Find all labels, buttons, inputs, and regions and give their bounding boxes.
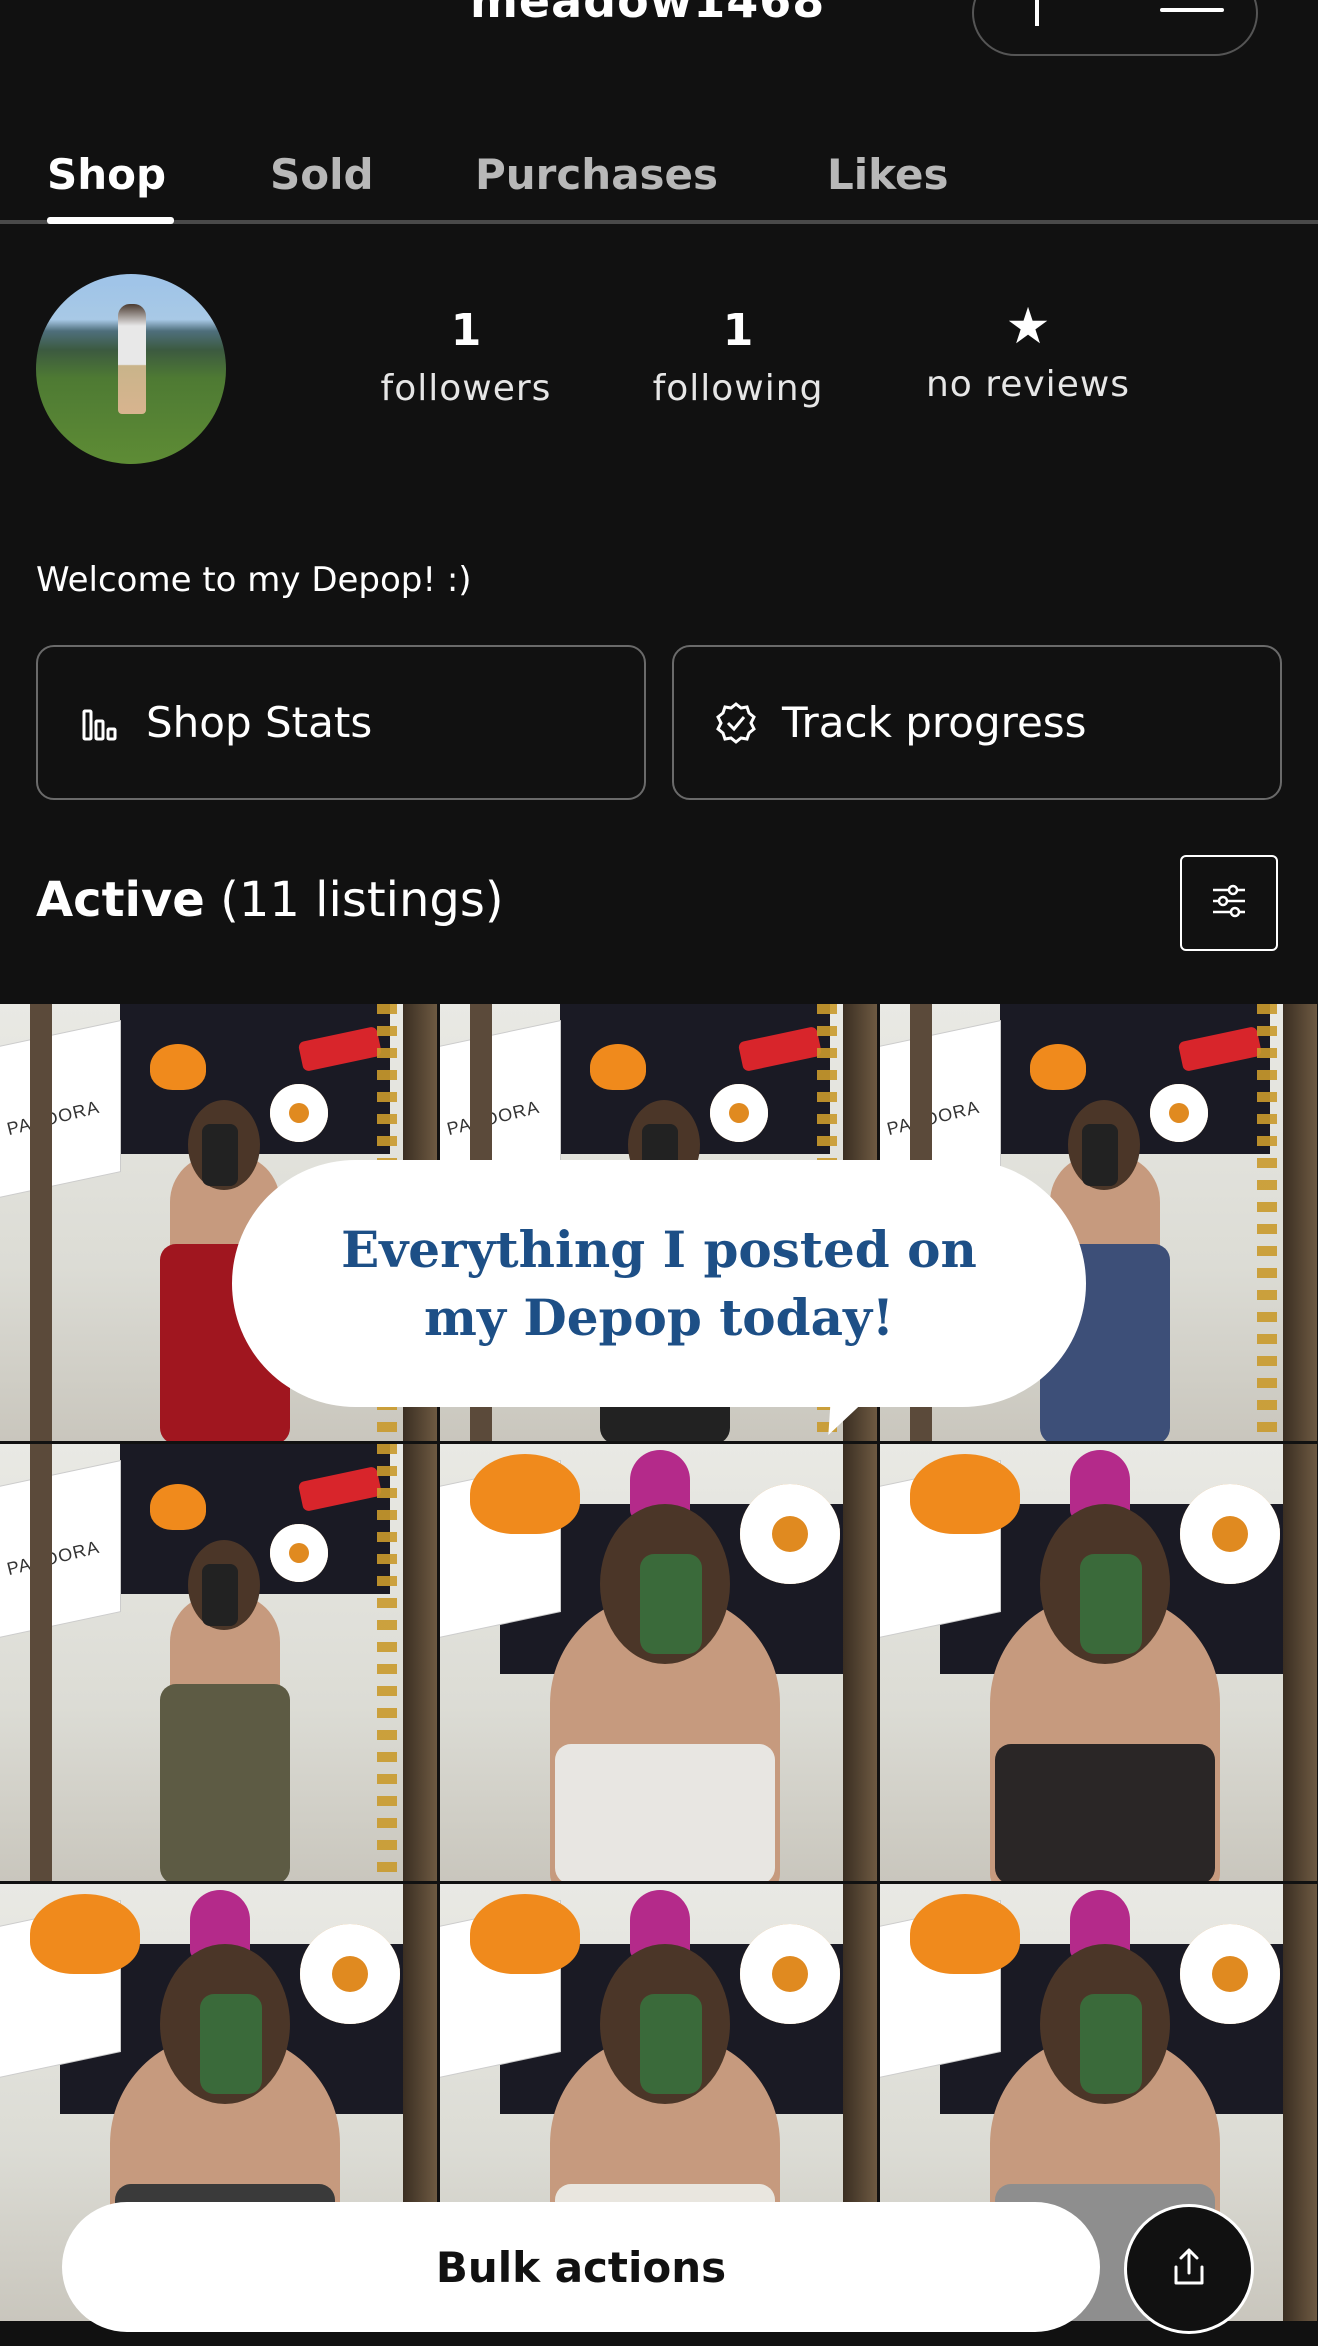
badge-check-icon: [714, 701, 758, 745]
caption-text: Everything I posted on my Depop today!: [341, 1219, 977, 1347]
listings-count: (11 listings): [220, 872, 504, 928]
tab-sold[interactable]: Sold: [270, 150, 374, 199]
track-progress-label: Track progress: [782, 698, 1087, 747]
top-header: meadow1468: [0, 0, 1318, 60]
bulk-actions-button[interactable]: Bulk actions: [62, 2202, 1100, 2332]
shop-stats-label: Shop Stats: [146, 698, 373, 747]
share-icon: [1167, 2245, 1211, 2293]
listing-black-tube-top[interactable]: [880, 1444, 1317, 1881]
following-stat[interactable]: 1 following: [648, 305, 828, 409]
tab-purchases[interactable]: Purchases: [475, 150, 718, 199]
track-progress-button[interactable]: Track progress: [672, 645, 1282, 800]
filter-button[interactable]: [1180, 855, 1278, 951]
avatar[interactable]: [36, 274, 226, 464]
share-button[interactable]: [1124, 2204, 1254, 2334]
reviews-label: no reviews: [925, 364, 1131, 405]
shop-stats-button[interactable]: Shop Stats: [36, 645, 646, 800]
following-count: 1: [722, 305, 754, 356]
listing-tie-dye-tube-top[interactable]: [440, 1444, 877, 1881]
listings-status: Active: [36, 872, 205, 928]
listing-olive-dress[interactable]: PANDORA: [0, 1444, 437, 1881]
tab-shop[interactable]: Shop: [47, 150, 166, 199]
sliders-icon: [1209, 881, 1249, 925]
followers-label: followers: [380, 368, 552, 409]
caption-bubble: Everything I posted on my Depop today!: [232, 1160, 1086, 1407]
star-icon: ★: [1005, 297, 1051, 355]
bar-chart-icon: [78, 701, 122, 745]
bulk-actions-label: Bulk actions: [435, 2242, 727, 2292]
active-tab-indicator: [47, 217, 174, 224]
followers-stat[interactable]: 1 followers: [376, 305, 556, 409]
plus-icon[interactable]: [1035, 0, 1039, 26]
reviews-stat[interactable]: ★ no reviews: [918, 300, 1138, 405]
tab-likes[interactable]: Likes: [827, 150, 948, 199]
followers-count: 1: [450, 305, 482, 356]
username-title: meadow1468: [470, 0, 826, 28]
shop-bio: Welcome to my Depop! :): [36, 560, 472, 600]
menu-icon[interactable]: [1160, 8, 1224, 12]
listings-header: Active (11 listings): [36, 872, 504, 928]
following-label: following: [652, 368, 824, 409]
profile-tabs: Shop Sold Purchases Likes: [0, 140, 1318, 224]
